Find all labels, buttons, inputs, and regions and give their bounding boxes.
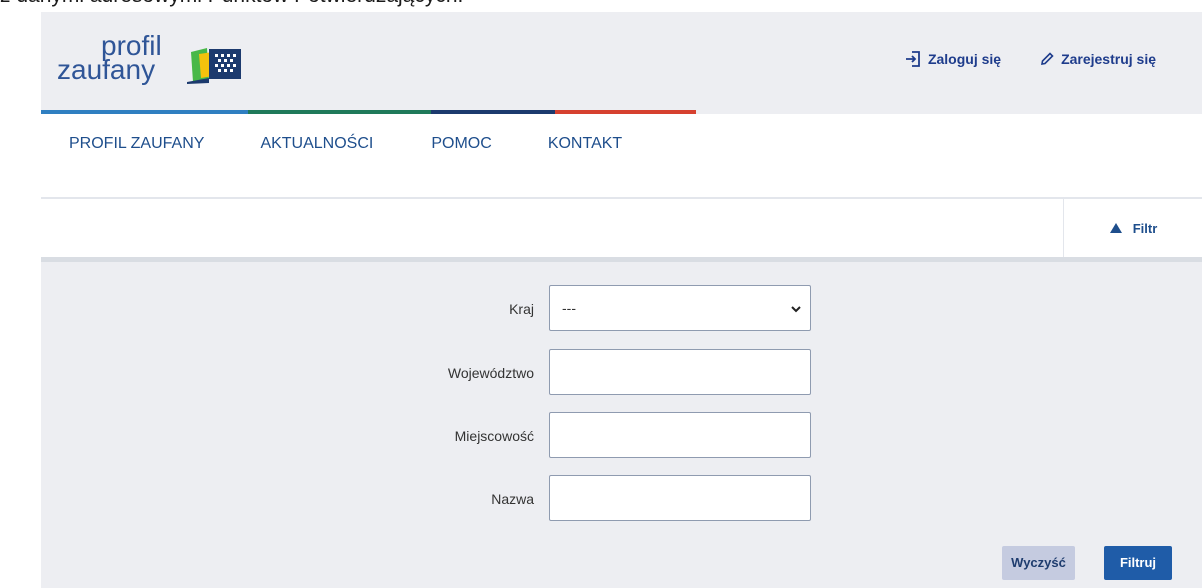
form-row-province: Województwo — [41, 349, 1202, 397]
country-select-value: --- — [562, 300, 576, 316]
filter-button[interactable]: Filtruj — [1104, 546, 1172, 580]
stripe-navy — [431, 110, 555, 114]
pencil-icon — [1041, 52, 1054, 65]
province-input[interactable] — [549, 349, 811, 395]
nav-item-kontakt[interactable]: KONTAKT — [520, 128, 650, 160]
form-row-name: Nazwa — [41, 475, 1202, 523]
province-label: Województwo — [447, 365, 534, 381]
logo-emblem-icon — [187, 48, 241, 84]
name-input[interactable] — [549, 475, 811, 521]
filter-toggle-label: Filtr — [1132, 220, 1158, 236]
city-label: Miejscowość — [454, 428, 534, 444]
login-link[interactable]: Zaloguj się — [904, 50, 1001, 68]
nav-item-aktualnosci[interactable]: AKTUALNOŚCI — [232, 128, 401, 160]
register-link[interactable]: Zarejestruj się — [1039, 50, 1156, 68]
filter-bar: Filtr — [41, 199, 1202, 257]
header-links: Zaloguj się Zarejestruj się — [904, 50, 1156, 68]
triangle-up-icon — [1109, 223, 1122, 233]
filter-toggle-button[interactable]: Filtr — [1063, 199, 1202, 257]
nav-item-profil-zaufany[interactable]: PROFIL ZAUFANY — [41, 128, 232, 160]
form-row-city: Miejscowość — [41, 412, 1202, 460]
profil-zaufany-logo[interactable]: profil zaufany — [57, 32, 257, 92]
login-label: Zaloguj się — [927, 51, 1002, 67]
chevron-down-icon — [791, 306, 801, 313]
logo-line-2: zaufany — [57, 54, 156, 85]
nav-item-pomoc[interactable]: POMOC — [401, 128, 519, 160]
country-select[interactable]: --- — [549, 285, 811, 331]
logo-wordmark: profil zaufany — [57, 32, 162, 85]
stripe-red — [555, 110, 696, 114]
city-input[interactable] — [549, 412, 811, 458]
filter-panel: Kraj --- Województwo Miejscowość Nazwa W… — [41, 262, 1202, 588]
stripe-green — [248, 110, 431, 114]
name-label: Nazwa — [491, 491, 534, 507]
register-label: Zarejestruj się — [1061, 51, 1156, 67]
site-header: profil zaufany Zaloguj się Zarejestruj s… — [41, 12, 1202, 114]
country-label: Kraj — [509, 301, 534, 317]
intro-text: z danymi adresowymi Punktów Potwierdzają… — [0, 0, 463, 11]
stripe-blue — [41, 110, 248, 114]
login-icon — [905, 51, 920, 67]
main-nav: PROFIL ZAUFANY AKTUALNOŚCI POMOC KONTAKT — [41, 128, 650, 160]
form-row-country: Kraj --- — [41, 285, 1202, 333]
clear-button[interactable]: Wyczyść — [1002, 546, 1075, 580]
